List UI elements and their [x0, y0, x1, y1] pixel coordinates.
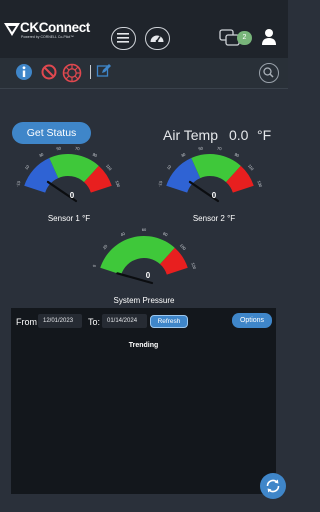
menu-icon	[117, 33, 129, 43]
sensor-2-gauge: -10 10 30 50 70 90 110 130 0	[157, 146, 264, 203]
app-header: CKConnect Powered by CORNELL Co-Pilot™ 2	[0, 0, 288, 58]
gauge-tick-label: 50	[56, 146, 62, 151]
get-status-button[interactable]: Get Status	[12, 122, 91, 144]
gauge-tick-label: 100	[179, 243, 188, 252]
sensor-2-label: Sensor 2 °F	[192, 214, 236, 223]
system-pressure-gauge: 0 20 40 60 80 100 120 0	[91, 228, 198, 285]
no-entry-icon[interactable]	[40, 63, 58, 81]
gauge-tick-label: 80	[162, 231, 169, 238]
toolbar-separator	[90, 65, 91, 79]
sensor-1-gauge: -10 10 30 50 70 90 110 130 0	[15, 146, 122, 203]
sync-icon	[266, 479, 280, 493]
air-temp-value: 0.0	[229, 127, 249, 143]
toolbar	[0, 58, 288, 89]
gauge-tick-label: 40	[120, 231, 127, 238]
gauge-tick-label: 110	[247, 163, 255, 172]
to-label: To:	[88, 317, 101, 327]
gauge-tick-label: 30	[180, 151, 187, 158]
search-icon	[263, 67, 274, 78]
gauge-tick-label: 10	[24, 163, 31, 170]
trending-title: Trending	[128, 342, 159, 349]
gauge-value: 0	[70, 191, 75, 200]
from-label: From	[16, 317, 37, 327]
gauge-value: 0	[146, 271, 151, 280]
gauge-tick-label: 130	[114, 180, 121, 189]
sensor-1-label: Sensor 1 °F	[47, 214, 91, 223]
ckconnect-logo[interactable]: CKConnect Powered by CORNELL Co-Pilot™	[4, 21, 96, 43]
settings-wheel-icon[interactable]	[62, 63, 82, 83]
info-icon[interactable]	[15, 63, 33, 81]
gauge-tick-label: 90	[234, 152, 241, 159]
gauge-tick-label: 110	[105, 163, 113, 172]
edit-icon[interactable]	[96, 63, 112, 79]
menu-button[interactable]	[111, 27, 136, 50]
gauge-tick-label: 120	[190, 262, 197, 271]
sync-fab-button[interactable]	[260, 473, 286, 499]
logo-mark-icon	[4, 23, 20, 36]
gauge-tick-label: 70	[217, 146, 223, 151]
gauge-tick-label: 50	[198, 146, 204, 151]
air-temp-unit: °F	[257, 127, 272, 143]
gauge-tick-label: 90	[92, 152, 99, 159]
gauge-band-green	[100, 236, 175, 275]
from-date-input[interactable]: 12/01/2023	[38, 314, 82, 328]
air-temp-label: Air Temp	[163, 127, 218, 143]
dashboard-button[interactable]	[145, 27, 170, 50]
options-button[interactable]: Options	[232, 313, 272, 328]
gauge-tick-label: 130	[256, 180, 263, 189]
refresh-button[interactable]: Refresh	[150, 315, 188, 328]
message-count-badge: 2	[237, 31, 252, 45]
logo-text: CKConnect	[20, 20, 90, 35]
user-icon[interactable]	[262, 28, 276, 46]
gauge-tick-label: 60	[142, 228, 147, 232]
search-button[interactable]	[259, 63, 279, 83]
gauge-tick-label: 70	[75, 146, 81, 151]
trending-panel: From 12/01/2023 To: 01/14/2024 Refresh O…	[11, 308, 276, 494]
gauge-tick-label: 0	[91, 263, 97, 267]
gauge-tick-label: 30	[38, 151, 45, 158]
gauge-tick-label: -10	[15, 180, 22, 188]
gauge-tick-label: 10	[166, 163, 173, 170]
gauge-tick-label: -10	[157, 180, 164, 188]
to-date-input[interactable]: 01/14/2024	[102, 314, 147, 328]
gauge-value: 0	[212, 191, 217, 200]
dashboard-gauge-icon	[150, 35, 164, 43]
gauge-tick-label: 20	[102, 243, 109, 250]
logo-subtext: Powered by CORNELL Co-Pilot™	[21, 35, 74, 39]
system-pressure-label: System Pressure	[113, 296, 175, 305]
